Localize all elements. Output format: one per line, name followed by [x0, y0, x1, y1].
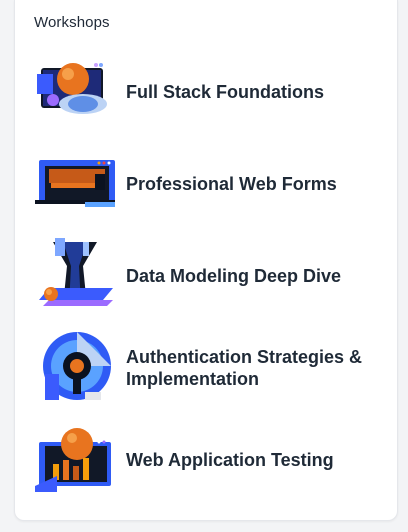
workshop-title: Data Modeling Deep Dive: [126, 266, 342, 286]
keyhole-lock-icon: [33, 328, 117, 408]
workshop-item-web-application-testing[interactable]: Web Application Testing: [33, 420, 391, 500]
workshop-item-professional-web-forms[interactable]: Professional Web Forms: [33, 144, 391, 224]
workshop-title: Full Stack Foundations: [126, 82, 325, 102]
workshop-title: Professional Web Forms: [126, 174, 337, 194]
web-form-window-icon: [33, 144, 117, 224]
workshop-item-full-stack-foundations[interactable]: Full Stack Foundations: [33, 52, 391, 132]
workshop-title: Web Application Testing: [126, 450, 334, 470]
section-heading: Workshops: [34, 14, 110, 31]
data-vortex-icon: [33, 236, 117, 316]
workshop-item-authentication-strategies[interactable]: Authentication Strategies & Implementati…: [33, 328, 391, 408]
test-chart-planet-icon: [33, 420, 117, 500]
workshop-title: Authentication Strategies & Implementati…: [126, 347, 363, 389]
workshops-card: Workshops Full Stack Foundations Profess…: [14, 0, 398, 521]
workshop-item-data-modeling-deep-dive[interactable]: Data Modeling Deep Dive: [33, 236, 391, 316]
planet-orbit-icon: [33, 52, 117, 132]
